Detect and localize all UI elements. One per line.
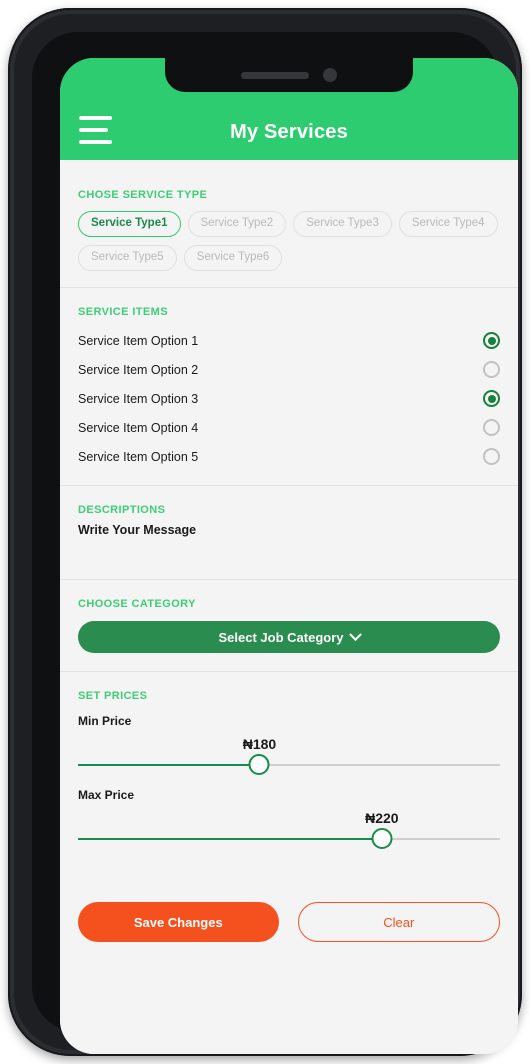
speaker-slot-icon [241,71,309,79]
service-item-label: Service Item Option 5 [78,449,199,464]
service-item-label: Service Item Option 4 [78,420,199,435]
service-item-row[interactable]: Service Item Option 1 [78,326,500,355]
service-type-chip[interactable]: Service Type1 [78,211,181,238]
phone-bezel: My Services CHOSE SERVICE TYPE Service T… [32,32,518,1054]
service-type-section: CHOSE SERVICE TYPE Service Type1 Service … [60,160,518,287]
service-type-chip[interactable]: Service Type5 [78,245,177,272]
phone-frame: My Services CHOSE SERVICE TYPE Service T… [8,8,522,1056]
set-prices-label: SET PRICES [78,690,148,703]
radio-unchecked-icon[interactable] [483,419,500,437]
radio-unchecked-icon[interactable] [483,361,500,379]
service-item-row[interactable]: Service Item Option 5 [78,442,500,471]
descriptions-section: DESCRIPTIONS Write Your Message [60,486,518,579]
service-item-row[interactable]: Service Item Option 4 [78,413,500,442]
page-title: My Services [230,121,348,143]
description-input[interactable]: Write Your Message [78,523,500,537]
hamburger-bar [79,116,112,120]
min-price-slider-fill [78,764,260,767]
phone-screen: My Services CHOSE SERVICE TYPE Service T… [60,58,518,1054]
phone-notch [165,58,413,92]
front-camera-icon [323,68,337,82]
service-type-chip[interactable]: Service Type6 [183,245,283,272]
actions-section: Save Changes Clear [60,874,518,943]
service-type-chip[interactable]: Service Type4 [398,211,498,238]
service-type-chip[interactable]: Service Type2 [187,211,287,238]
service-items-list: Service Item Option 1 Service Item Option… [78,326,500,471]
service-type-label: CHOSE SERVICE TYPE [78,189,208,201]
service-item-label: Service Item Option 1 [78,333,199,348]
service-item-row[interactable]: Service Item Option 3 [78,384,500,413]
phone-frame-inner: My Services CHOSE SERVICE TYPE Service T… [14,14,518,1054]
service-item-row[interactable]: Service Item Option 2 [78,355,500,384]
service-item-label: Service Item Option 2 [78,362,199,377]
service-type-chip-list: Service Type1 Service Type2 Service Type3 S… [78,211,500,272]
max-price-slider-thumb[interactable] [371,828,393,850]
max-price-label: Max Price [78,788,135,803]
service-items-section: SERVICE ITEMS Service Item Option 1 Servi… [60,288,518,485]
category-selected-value: Select Job Category [218,629,344,645]
descriptions-label: DESCRIPTIONS [78,504,166,517]
max-price-value: ₦220 [365,810,399,827]
save-changes-button[interactable]: Save Changes [78,902,279,943]
min-price-label: Min Price [78,714,132,729]
radio-unchecked-icon[interactable] [483,448,500,466]
max-price-slider-fill [78,838,382,841]
service-type-chip[interactable]: Service Type3 [293,211,392,238]
service-items-label: SERVICE ITEMS [78,306,168,319]
radio-checked-icon[interactable] [483,332,500,350]
set-prices-section: SET PRICES Min Price ₦180 Max Price ₦220 [60,672,518,874]
chevron-down-icon [348,628,362,641]
max-price-slider[interactable]: ₦220 [78,810,500,850]
app-body: CHOSE SERVICE TYPE Service Type1 Service … [60,160,518,1054]
radio-checked-icon[interactable] [483,390,500,408]
min-price-slider-thumb[interactable] [248,754,270,776]
select-job-category-dropdown[interactable]: Select Job Category [78,621,500,654]
category-label: CHOOSE CATEGORY [78,598,196,611]
min-price-value: ₦180 [242,736,277,753]
category-section: CHOOSE CATEGORY Select Job Category [60,580,518,671]
clear-button[interactable]: Clear [297,902,500,943]
service-item-label: Service Item Option 3 [78,391,199,406]
min-price-slider[interactable]: ₦180 [78,736,500,776]
